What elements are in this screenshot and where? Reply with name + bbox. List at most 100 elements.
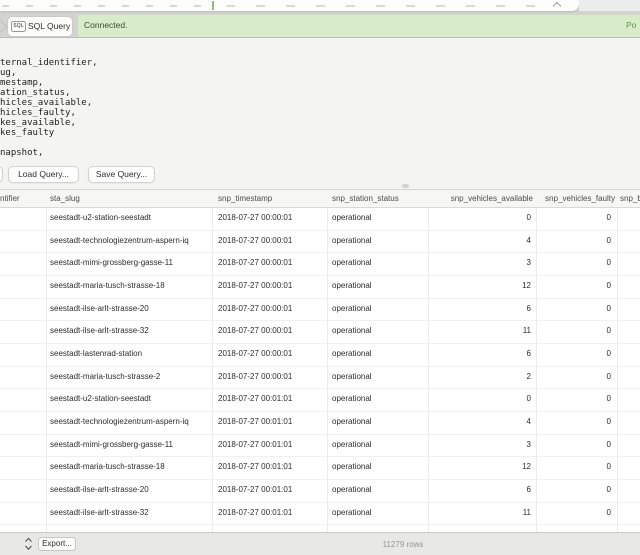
table-row[interactable]: seestadt-technologiezentrum-aspern-iq 201… xyxy=(0,412,640,435)
table-row[interactable]: seestadt-u2-station-seestadt2018-07-27 0… xyxy=(0,208,640,231)
table-cell-status: operational xyxy=(332,372,372,381)
table-cell-slug: seestadt-mimi-grossberg-gasse-11 xyxy=(50,440,173,449)
table-cell-ts: 2018-07-27 00:00:01 xyxy=(218,349,292,358)
table-cell-avail: 2 xyxy=(527,372,531,381)
row-count-label: 11279 rows xyxy=(340,540,466,549)
bottom-bar: Export... 11279 rows xyxy=(0,532,640,555)
table-cell-faulty: 0 xyxy=(607,281,611,290)
table-cell-ts: 2018-07-27 00:01:01 xyxy=(218,417,292,426)
table-cell-avail: 4 xyxy=(527,236,531,245)
table-row[interactable]: seestadt-ilse-arlt-strasse-322018-07-27 … xyxy=(0,503,640,526)
table-row[interactable]: seestadt-mimi-grossberg-gasse-112018-07-… xyxy=(0,253,640,276)
table-cell-faulty: 0 xyxy=(607,508,611,517)
table-row[interactable]: seestadt-lastenrad-station 2018-07-27 00:… xyxy=(0,344,640,367)
table-cell-status: operational xyxy=(332,281,372,290)
tab-sql-query[interactable]: SQL SQL Query xyxy=(8,17,72,36)
table-row[interactable]: seestadt-maria-tusch-strasse-18 2018-07-2… xyxy=(0,276,640,299)
table-cell-slug: seestadt-ilse-arlt-strasse-20 xyxy=(50,304,149,313)
table-cell-ts: 2018-07-27 00:00:01 xyxy=(218,304,292,313)
table-cell-faulty: 0 xyxy=(607,236,611,245)
table-cell-slug: seestadt-maria-tusch-strasse-18 xyxy=(50,281,165,290)
table-cell-ts: 2018-07-27 00:01:01 xyxy=(218,462,292,471)
load-query-button[interactable]: Load Query... xyxy=(8,166,79,183)
table-cell-slug: seestadt-ilse-arlt-strasse-20 xyxy=(50,485,149,494)
table-row[interactable]: seestadt-technologiezentrum-aspern-iq 201… xyxy=(0,231,640,254)
column-header-sta-slug[interactable]: sta_slug xyxy=(50,194,80,203)
sql-editor[interactable]: ternal_identifier, ug, mestamp, ation_st… xyxy=(0,58,98,158)
table-cell-slug: seestadt-maria-tusch-strasse-2 xyxy=(50,372,160,381)
table-cell-avail: 6 xyxy=(527,485,531,494)
table-cell-avail: 11 xyxy=(523,508,531,517)
table-cell-ts: 2018-07-27 00:01:01 xyxy=(218,508,292,517)
table-cell-ts: 2018-07-27 00:00:01 xyxy=(218,372,292,381)
table-cell-status: operational xyxy=(332,485,372,494)
table-row[interactable]: seestadt-maria-tusch-strasse-18 2018-07-2… xyxy=(0,457,640,480)
table-cell-avail: 0 xyxy=(527,394,531,403)
column-header-identifier[interactable]: ntifier xyxy=(0,194,20,203)
text-cursor-mark xyxy=(212,1,214,10)
table-cell-slug: seestadt-technologiezentrum-aspern-iq xyxy=(50,236,189,245)
tab-label: SQL Query xyxy=(28,20,70,33)
column-header-snp-timestamp[interactable]: snp_timestamp xyxy=(218,194,272,203)
table-cell-faulty: 0 xyxy=(607,326,611,335)
resize-handle[interactable] xyxy=(402,184,409,188)
export-button[interactable]: Export... xyxy=(38,537,76,551)
table-cell-status: operational xyxy=(332,304,372,313)
table-cell-slug: seestadt-ilse-arlt-strasse-32 xyxy=(50,326,149,335)
table-cell-avail: 0 xyxy=(527,213,531,222)
table-cell-faulty: 0 xyxy=(607,213,611,222)
connection-status-text: Connected. xyxy=(84,20,127,30)
table-cell-slug: seestadt-u2-station-seestadt xyxy=(50,213,151,222)
table-cell-avail: 11 xyxy=(523,326,531,335)
top-clipped-strip xyxy=(0,0,640,15)
table-cell-status: operational xyxy=(332,326,372,335)
table-cell-ts: 2018-07-27 00:01:01 xyxy=(218,485,292,494)
table-cell-ts: 2018-07-27 00:00:01 xyxy=(218,281,292,290)
table-row[interactable]: seestadt-maria-tusch-strasse-2 2018-07-27… xyxy=(0,367,640,390)
table-cell-avail: 3 xyxy=(527,440,531,449)
clipped-button[interactable] xyxy=(0,166,3,183)
column-header-snp-station-status[interactable]: snp_station_status xyxy=(332,194,399,203)
table-cell-faulty: 0 xyxy=(607,462,611,471)
blurred-text-decoration xyxy=(2,5,202,7)
breadcrumb-chevron-icon xyxy=(0,20,7,33)
connection-info-fragment: Po xyxy=(626,20,636,30)
row-stepper-icon[interactable] xyxy=(24,537,33,551)
table-row[interactable]: seestadt-ilse-arlt-strasse-20 2018-07-27 … xyxy=(0,480,640,503)
table-cell-ts: 2018-07-27 00:00:01 xyxy=(218,326,292,335)
tab-bar: SQL SQL Query Connected. Po xyxy=(0,15,640,38)
table-cell-ts: 2018-07-27 00:01:01 xyxy=(218,394,292,403)
table-row[interactable]: seestadt-u2-station-seestadt 2018-07-27 0… xyxy=(0,389,640,412)
table-row[interactable]: seestadt-ilse-arlt-strasse-32 2018-07-27 … xyxy=(0,321,640,344)
table-cell-status: operational xyxy=(332,236,372,245)
top-right-background xyxy=(579,0,640,11)
sql-query-window: SQL SQL Query Connected. Po ternal_ident… xyxy=(0,0,640,555)
table-cell-slug: seestadt-lastenrad-station xyxy=(50,349,142,358)
table-cell-avail: 12 xyxy=(522,462,531,471)
column-header-snp-vehicles-faulty[interactable]: snp_vehicles_faulty xyxy=(545,194,615,203)
table-cell-slug: seestadt-u2-station-seestadt xyxy=(50,394,151,403)
table-cell-slug: seestadt-technologiezentrum-aspern-iq xyxy=(50,417,189,426)
table-cell-avail: 3 xyxy=(527,258,531,267)
table-cell-ts: 2018-07-27 00:00:01 xyxy=(218,236,292,245)
table-cell-faulty: 0 xyxy=(607,394,611,403)
table-cell-faulty: 0 xyxy=(607,440,611,449)
table-cell-faulty: 0 xyxy=(607,304,611,313)
table-row[interactable]: seestadt-ilse-arlt-strasse-20 2018-07-27 … xyxy=(0,299,640,322)
table-cell-status: operational xyxy=(332,394,372,403)
column-header-snp-b[interactable]: snp_b xyxy=(620,194,640,203)
column-header-snp-vehicles-available[interactable]: snp_vehicles_available xyxy=(451,194,533,203)
table-cell-slug: seestadt-mimi-grossberg-gasse-11 xyxy=(50,258,173,267)
table-cell-slug: seestadt-maria-tusch-strasse-18 xyxy=(50,462,165,471)
table-row[interactable]: seestadt-mimi-grossberg-gasse-11 2018-07-… xyxy=(0,435,640,458)
table-cell-status: operational xyxy=(332,213,372,222)
table-cell-faulty: 0 xyxy=(607,349,611,358)
table-body: seestadt-u2-station-seestadt 2018-07-27 0… xyxy=(0,208,640,532)
table-cell-avail: 6 xyxy=(527,349,531,358)
results-table: ntifier sta_slug snp_timestamp snp_stati… xyxy=(0,189,640,532)
table-cell-ts: 2018-07-27 00:01:01 xyxy=(218,440,292,449)
table-cell-status: operational xyxy=(332,417,372,426)
save-query-button[interactable]: Save Query... xyxy=(88,166,155,183)
table-cell-status: operational xyxy=(332,462,372,471)
table-cell-faulty: 0 xyxy=(607,258,611,267)
